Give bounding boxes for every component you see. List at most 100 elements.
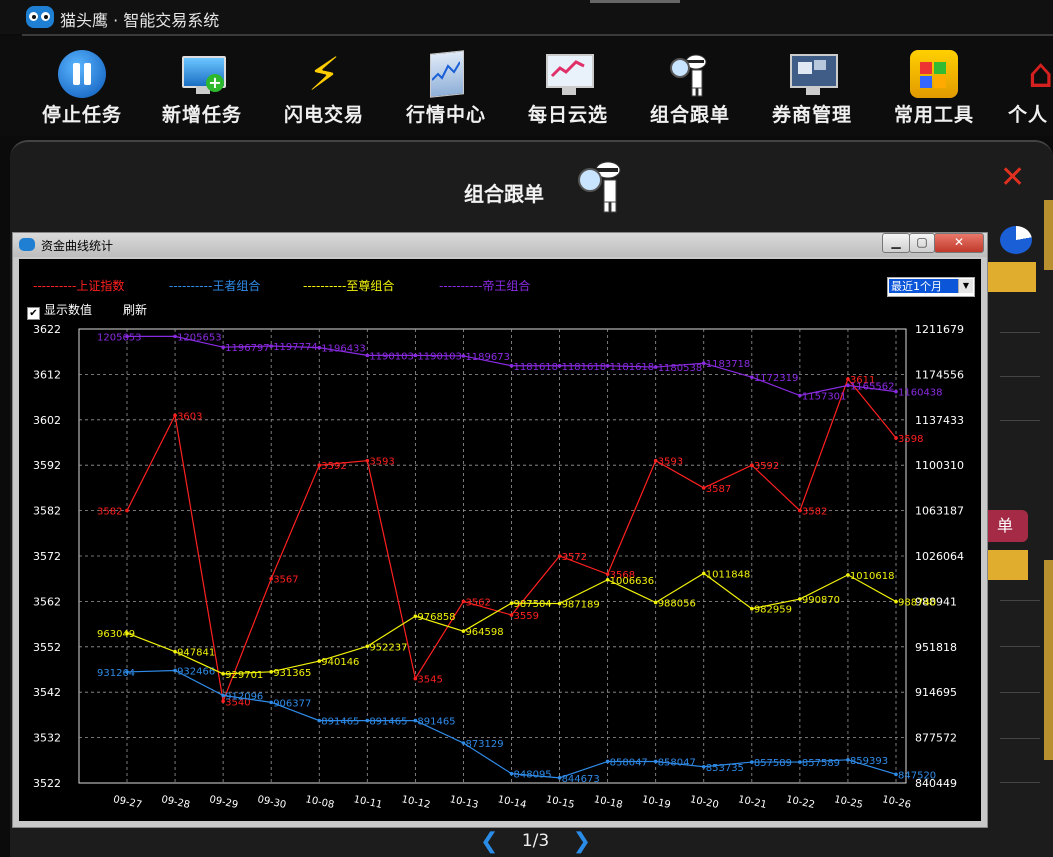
data-point [125,508,129,513]
side-divider [1000,376,1040,377]
data-label: 1205653 [97,332,142,343]
x-tick-label: 09-29 [208,794,239,811]
y-tick-label-right: 914695 [915,686,957,699]
data-label: 891465 [321,717,359,728]
owl-small-icon [19,238,35,251]
side-highlight-1 [988,262,1036,292]
data-label: 1006636 [610,576,655,587]
data-label: 1189673 [465,352,510,363]
market-center-button[interactable]: 行情中心 [386,50,506,130]
data-label: 964598 [465,627,503,638]
y-tick-label-left: 3592 [33,459,61,472]
data-label: 1010618 [850,571,895,582]
market-center-label: 行情中心 [405,104,486,126]
y-tick-label-right: 951818 [915,641,957,654]
common-tools-label: 常用工具 [893,104,974,126]
minimize-button[interactable]: ▁ [882,233,910,253]
data-label: 1181618 [514,362,559,373]
data-label: 931264 [97,668,135,679]
panel-title: 组合跟单 [464,182,544,206]
data-label: 3582 [802,507,827,518]
data-label: 1183718 [706,359,751,370]
side-divider [1000,420,1040,421]
x-tick-label: 10-13 [449,794,480,811]
fund-curve-dialog: 资金曲线统计 ▁ ▢ ✕ ----------上证指数 ----------王者… [12,232,988,828]
pagination: ❮ 1/3 ❯ [480,829,591,854]
stop-task-button[interactable]: 停止任务 [22,50,142,130]
y-tick-label-left: 3532 [33,732,61,745]
data-label: 1172319 [754,373,799,384]
side-divider [1000,646,1040,647]
y-tick-label-right: 1211679 [915,323,964,336]
portfolio-follow-button[interactable]: 组合跟单 [630,50,750,130]
side-divider [1000,332,1040,333]
panel-close-icon[interactable]: ✕ [1000,160,1025,195]
app-title: 猫头鹰 · 智能交易系统 [60,11,220,30]
data-label: 988740 [898,598,936,609]
x-tick-label: 10-25 [833,794,864,811]
broker-manage-button[interactable]: 券商管理 [752,50,872,130]
detective-icon [666,50,714,98]
side-divider [1000,692,1040,693]
daily-pick-button[interactable]: 每日云选 [508,50,628,130]
x-tick-label: 10-15 [545,794,576,811]
side-strip [1044,200,1053,270]
cloud-pick-icon [544,50,594,98]
data-label: 1181618 [562,362,607,373]
home-icon: ⌂ [1028,51,1053,97]
prev-page-icon[interactable]: ❮ [480,829,498,854]
maximize-button[interactable]: ▢ [909,233,935,253]
dialog-titlebar[interactable]: 资金曲线统计 ▁ ▢ ✕ [13,233,987,257]
data-label: 929701 [225,670,263,681]
close-button[interactable]: ✕ [934,233,984,253]
data-label: 1196797 [225,343,270,354]
y-tick-label-left: 3582 [33,505,61,518]
data-label: 987504 [514,599,552,610]
market-chart-icon [422,50,470,98]
data-label: 931365 [273,668,311,679]
x-tick-label: 10-08 [304,794,335,811]
add-task-button[interactable]: + 新增任务 [142,50,262,130]
side-divider [1000,738,1040,739]
data-label: 844673 [562,774,600,785]
side-action-button[interactable]: 单 [982,510,1028,542]
data-label: 1165562 [850,381,895,392]
data-label: 912096 [225,691,263,702]
x-tick-label: 10-11 [352,794,383,811]
next-page-icon[interactable]: ❯ [573,829,591,854]
data-label: 987189 [562,600,600,611]
broker-manage-label: 券商管理 [771,104,852,126]
data-label: 3545 [417,675,442,686]
flash-trade-button[interactable]: ⚡ 闪电交易 [264,50,384,130]
chart-area: ----------上证指数 ----------王者组合 ----------… [19,259,981,821]
owl-logo-icon [26,6,54,28]
data-label: 3587 [706,484,731,495]
broker-icon [788,50,838,98]
data-label: 859393 [850,756,888,767]
y-tick-label-left: 3522 [33,777,61,790]
x-tick-label: 09-30 [256,794,287,811]
x-tick-label: 09-27 [112,794,143,811]
pie-chart-icon[interactable] [1000,226,1032,254]
y-tick-label-left: 3552 [33,641,61,654]
data-label: 906377 [273,698,311,709]
x-tick-label: 10-12 [401,794,432,811]
data-label: 847520 [898,770,936,781]
data-label: 3593 [658,457,683,468]
data-label: 1157301 [802,392,847,403]
data-label: 963049 [97,629,135,640]
y-tick-label-left: 3612 [33,368,61,381]
title-indicator [590,0,680,3]
y-tick-label-left: 3602 [33,414,61,427]
data-label: 1190103 [417,351,462,362]
dialog-title: 资金曲线统计 [41,239,114,253]
x-tick-label: 10-22 [785,794,816,811]
data-label: 3598 [898,434,923,445]
tools-icon [910,50,958,98]
data-label: 3593 [369,457,394,468]
data-label: 853735 [706,763,744,774]
personal-button[interactable]: ⌂ 个人 [994,50,1053,130]
common-tools-button[interactable]: 常用工具 [874,50,994,130]
data-label: 1160438 [898,388,943,399]
pause-icon [58,50,106,98]
